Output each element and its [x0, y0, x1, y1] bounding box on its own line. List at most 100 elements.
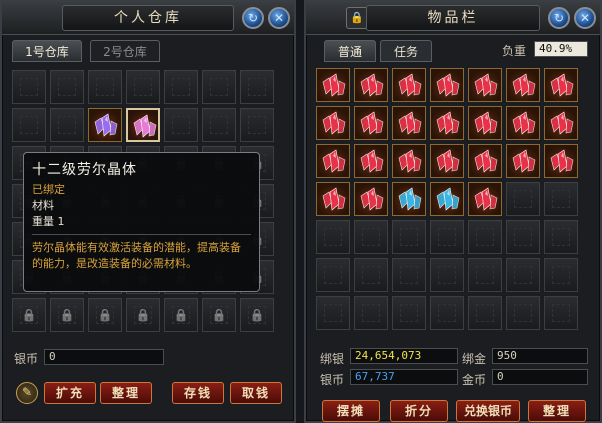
red-crystal-item[interactable] [468, 144, 502, 178]
lock-icon: 🔒 [350, 11, 364, 24]
red-crystal-item[interactable] [468, 106, 502, 140]
blue-crystal-item[interactable] [430, 182, 464, 216]
blue-crystal-item[interactable] [392, 182, 426, 216]
empty-slot[interactable] [544, 220, 578, 254]
red-crystal-item[interactable] [430, 106, 464, 140]
red-crystal-item[interactable] [354, 144, 388, 178]
empty-slot[interactable] [544, 296, 578, 330]
empty-slot[interactable] [468, 296, 502, 330]
red-crystal-item[interactable] [354, 182, 388, 216]
empty-slot[interactable] [202, 108, 236, 142]
empty-slot[interactable] [392, 296, 426, 330]
inventory-titlebar[interactable]: 🔒 物品栏 ↻ ✕ [306, 2, 600, 35]
tab-warehouse-1[interactable]: 1号仓库 [12, 40, 82, 62]
inventory-grid [316, 68, 578, 330]
inventory-close-button[interactable]: ✕ [574, 7, 596, 29]
pink-crystal-item[interactable] [126, 108, 160, 142]
red-crystal-item[interactable] [468, 68, 502, 102]
expand-button[interactable]: 扩充 [44, 382, 96, 404]
empty-slot[interactable] [468, 220, 502, 254]
pencil-icon[interactable]: ✎ [16, 382, 38, 404]
tooltip-item-type: 材料 [32, 199, 54, 212]
red-crystal-item[interactable] [392, 68, 426, 102]
locked-slot[interactable] [164, 298, 198, 332]
empty-slot[interactable] [544, 182, 578, 216]
empty-slot[interactable] [506, 220, 540, 254]
empty-slot[interactable] [506, 296, 540, 330]
empty-slot[interactable] [506, 182, 540, 216]
locked-slot[interactable] [126, 298, 160, 332]
red-crystal-item[interactable] [544, 144, 578, 178]
tooltip-divider [32, 234, 251, 235]
lock-button[interactable]: 🔒 [346, 7, 368, 29]
red-crystal-item[interactable] [354, 68, 388, 102]
close-button[interactable]: ✕ [268, 7, 290, 29]
red-crystal-item[interactable] [544, 106, 578, 140]
red-crystal-item[interactable] [316, 68, 350, 102]
purple-crystal-item[interactable] [88, 108, 122, 142]
refresh-button[interactable]: ↻ [242, 7, 264, 29]
red-crystal-item[interactable] [392, 144, 426, 178]
tab-quest[interactable]: 任务 [380, 40, 432, 62]
inventory-panel: 🔒 物品栏 ↻ ✕ 普通 任务 负重 40.9% 绑银 24,654,073 绑… [304, 0, 602, 423]
tab-warehouse-2[interactable]: 2号仓库 [90, 40, 160, 62]
empty-slot[interactable] [316, 220, 350, 254]
empty-slot[interactable] [12, 70, 46, 104]
empty-slot[interactable] [240, 70, 274, 104]
warehouse-titlebar[interactable]: 个人仓库 ↻ ✕ [2, 2, 294, 35]
empty-slot[interactable] [468, 258, 502, 292]
stall-button[interactable]: 摆摊 [322, 400, 380, 422]
empty-slot[interactable] [126, 70, 160, 104]
red-crystal-item[interactable] [354, 106, 388, 140]
locked-slot[interactable] [240, 298, 274, 332]
red-crystal-item[interactable] [430, 68, 464, 102]
red-crystal-item[interactable] [316, 144, 350, 178]
locked-slot[interactable] [50, 298, 84, 332]
red-crystal-item[interactable] [468, 182, 502, 216]
empty-slot[interactable] [50, 108, 84, 142]
tooltip-description: 劳尔晶体能有效激活装备的潜能，提高装备的能力，是改造装备的必需材料。 [32, 241, 241, 270]
load-label: 负重 [502, 44, 527, 58]
inventory-sort-button[interactable]: 整理 [528, 400, 586, 422]
split-button[interactable]: 折分 [390, 400, 448, 422]
red-crystal-item[interactable] [392, 106, 426, 140]
empty-slot[interactable] [164, 70, 198, 104]
inventory-refresh-button[interactable]: ↻ [548, 7, 570, 29]
empty-slot[interactable] [544, 258, 578, 292]
empty-slot[interactable] [50, 70, 84, 104]
warehouse-sort-button[interactable]: 整理 [100, 382, 152, 404]
red-crystal-item[interactable] [316, 106, 350, 140]
deposit-button[interactable]: 存钱 [172, 382, 224, 404]
empty-slot[interactable] [392, 258, 426, 292]
empty-slot[interactable] [430, 220, 464, 254]
red-crystal-item[interactable] [544, 68, 578, 102]
exchange-silver-button[interactable]: 兑换银币 [456, 400, 520, 422]
inventory-silver-field: 67,737 [350, 369, 458, 385]
tab-normal[interactable]: 普通 [324, 40, 376, 62]
close-icon: ✕ [273, 11, 285, 25]
red-crystal-item[interactable] [506, 68, 540, 102]
empty-slot[interactable] [240, 108, 274, 142]
withdraw-button[interactable]: 取钱 [230, 382, 282, 404]
empty-slot[interactable] [316, 296, 350, 330]
empty-slot[interactable] [316, 258, 350, 292]
empty-slot[interactable] [12, 108, 46, 142]
empty-slot[interactable] [506, 258, 540, 292]
red-crystal-item[interactable] [316, 182, 350, 216]
empty-slot[interactable] [88, 70, 122, 104]
empty-slot[interactable] [164, 108, 198, 142]
red-crystal-item[interactable] [506, 144, 540, 178]
bound-gold-label: 绑金 [462, 352, 487, 366]
empty-slot[interactable] [430, 296, 464, 330]
red-crystal-item[interactable] [430, 144, 464, 178]
empty-slot[interactable] [430, 258, 464, 292]
empty-slot[interactable] [392, 220, 426, 254]
empty-slot[interactable] [354, 258, 388, 292]
empty-slot[interactable] [354, 296, 388, 330]
locked-slot[interactable] [202, 298, 236, 332]
locked-slot[interactable] [88, 298, 122, 332]
empty-slot[interactable] [202, 70, 236, 104]
locked-slot[interactable] [12, 298, 46, 332]
empty-slot[interactable] [354, 220, 388, 254]
red-crystal-item[interactable] [506, 106, 540, 140]
